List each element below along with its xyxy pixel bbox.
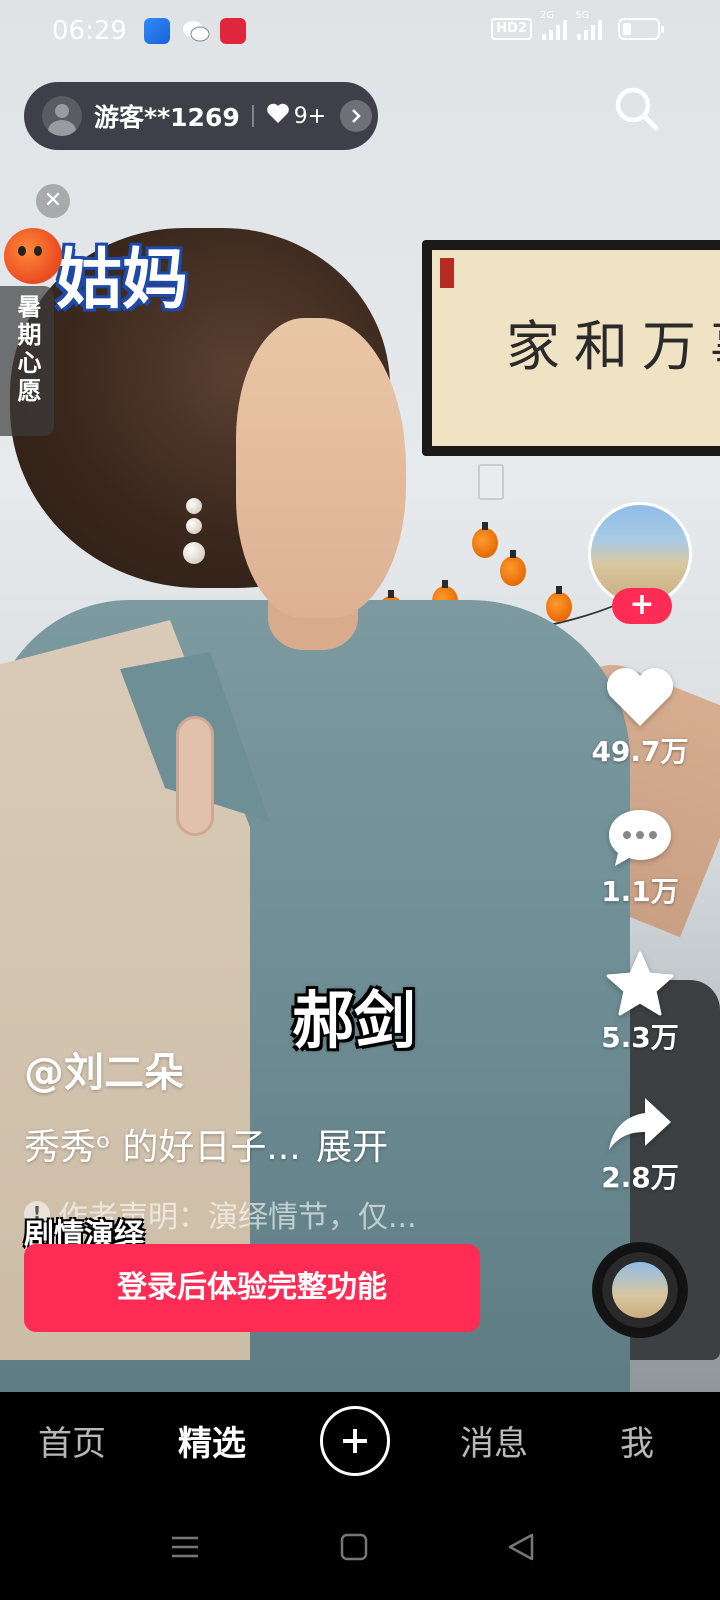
favorite-button[interactable]: 5.3万 bbox=[575, 950, 705, 1056]
overlay-text: 姑妈 bbox=[56, 241, 188, 318]
heart-icon bbox=[606, 667, 674, 726]
login-button[interactable]: 登录后体验完整功能 bbox=[24, 1244, 480, 1332]
video-subtitle: 郝剑 bbox=[292, 984, 417, 1057]
battery-icon bbox=[618, 18, 664, 40]
pumpkin-decoration bbox=[546, 586, 572, 622]
app-notification-icon bbox=[144, 18, 170, 44]
status-bar: 06:29 HD2 2G 5G bbox=[0, 0, 720, 64]
summer-wish-promo[interactable]: 暑期心愿 bbox=[0, 286, 54, 436]
close-icon[interactable]: ✕ bbox=[36, 184, 70, 218]
share-count: 2.8万 bbox=[601, 1161, 679, 1194]
hd-badge: HD2 bbox=[491, 18, 532, 40]
promo-mascot-icon[interactable] bbox=[4, 228, 62, 284]
status-time: 06:29 bbox=[52, 16, 127, 46]
status-indicators: HD2 2G 5G bbox=[491, 10, 664, 40]
expand-link[interactable]: 展开 bbox=[316, 1127, 388, 1168]
app-notification-icon bbox=[220, 18, 246, 44]
frog-button bbox=[176, 716, 214, 836]
pumpkin-decoration bbox=[500, 550, 526, 586]
caption-text: 秀秀ᵒ 的好日子... bbox=[24, 1127, 301, 1168]
wall-calligraphy: 家和万事兴 bbox=[422, 240, 720, 456]
guest-account-pill[interactable]: 游客**1269 9+ bbox=[24, 82, 378, 150]
star-icon bbox=[606, 951, 674, 1016]
pumpkin-decoration bbox=[472, 522, 498, 558]
avatar bbox=[42, 96, 82, 136]
heart-icon bbox=[266, 102, 290, 130]
earring bbox=[182, 498, 206, 568]
chevron-right-icon[interactable] bbox=[340, 100, 373, 132]
comment-icon bbox=[609, 810, 671, 866]
like-button[interactable]: 49.7万 bbox=[575, 664, 705, 770]
music-cover bbox=[612, 1262, 668, 1318]
back-icon[interactable] bbox=[506, 1532, 536, 1566]
create-button[interactable] bbox=[320, 1406, 390, 1476]
person-face bbox=[236, 318, 406, 618]
divider bbox=[251, 105, 254, 127]
wall-hook bbox=[478, 464, 504, 500]
nav-me[interactable]: 我 bbox=[620, 1416, 654, 1465]
bottom-nav: 首页 精选 消息 我 bbox=[0, 1392, 720, 1496]
nav-messages[interactable]: 消息 bbox=[460, 1416, 528, 1465]
guest-name: 游客**1269 bbox=[94, 103, 240, 132]
comment-count: 1.1万 bbox=[601, 875, 679, 908]
plus-icon bbox=[343, 1429, 367, 1453]
nav-featured[interactable]: 精选 bbox=[178, 1416, 246, 1465]
wechat-icon bbox=[182, 18, 210, 44]
signal-icon: 5G bbox=[575, 10, 602, 40]
home-icon[interactable] bbox=[340, 1532, 368, 1566]
menu-icon[interactable] bbox=[170, 1532, 200, 1566]
share-button[interactable]: 2.8万 bbox=[575, 1094, 705, 1196]
signal-icon: 2G bbox=[540, 10, 567, 40]
likes-count: 9+ bbox=[293, 103, 327, 129]
like-count: 49.7万 bbox=[591, 735, 689, 768]
favorite-count: 5.3万 bbox=[601, 1021, 679, 1054]
author-name[interactable]: @刘二朵 bbox=[24, 1040, 184, 1098]
video-caption[interactable]: 秀秀ᵒ 的好日子... 展开 bbox=[24, 1118, 388, 1170]
calligraphy-text: 家和万事兴 bbox=[432, 250, 720, 446]
search-icon[interactable] bbox=[612, 84, 662, 134]
follow-button[interactable]: + bbox=[612, 588, 672, 624]
nav-home[interactable]: 首页 bbox=[38, 1416, 106, 1465]
music-disc[interactable] bbox=[592, 1242, 688, 1338]
calligraphy-seal bbox=[440, 258, 454, 288]
share-icon bbox=[609, 1098, 671, 1150]
comment-button[interactable]: 1.1万 bbox=[575, 806, 705, 910]
system-nav-bar bbox=[0, 1496, 720, 1600]
